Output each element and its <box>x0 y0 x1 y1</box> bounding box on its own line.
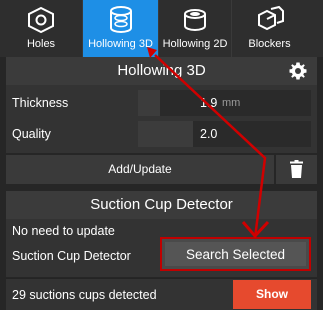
search-selected-button[interactable]: Search Selected <box>160 237 311 271</box>
suction-title: Suction Cup Detector <box>90 196 233 213</box>
suction-detector-label: Suction Cup Detector <box>12 249 131 263</box>
tab-bar: Holes Hollowing 3D Hollowing 2D Blockers <box>0 0 323 57</box>
quality-label: Quality <box>12 127 51 141</box>
hollowing-3d-icon <box>109 6 132 33</box>
quality-value: 2.0 <box>200 127 218 141</box>
blockers-icon <box>257 5 284 31</box>
quality-input[interactable]: 2.0 <box>138 121 311 147</box>
thickness-slider-fill <box>138 90 160 116</box>
show-button[interactable]: Show <box>233 280 311 309</box>
add-update-button[interactable]: Add/Update <box>6 155 274 184</box>
hollowing-title: Hollowing 3D <box>117 62 206 79</box>
suction-header: Suction Cup Detector <box>6 191 317 219</box>
tab-blockers[interactable]: Blockers <box>232 0 307 57</box>
holes-icon <box>28 6 54 34</box>
tab-holes[interactable]: Holes <box>0 0 83 57</box>
thickness-label: Thickness <box>12 96 69 110</box>
suction-detected-text: 29 suctions cups detected <box>12 288 157 302</box>
delete-button[interactable] <box>276 155 317 184</box>
suction-status: No need to update <box>12 224 115 238</box>
thickness-unit: mm <box>222 97 241 109</box>
show-label: Show <box>256 287 288 301</box>
gear-icon[interactable] <box>288 61 308 81</box>
tab-hollowing-2d[interactable]: Hollowing 2D <box>159 0 232 57</box>
add-update-label: Add/Update <box>108 162 172 176</box>
tab-hollowing-2d-label: Hollowing 2D <box>162 38 228 50</box>
tab-hollowing-3d-label: Hollowing 3D <box>88 38 153 50</box>
trash-icon <box>290 160 303 178</box>
search-selected-label: Search Selected <box>185 247 286 262</box>
thickness-input[interactable]: 1.9 mm <box>138 90 311 116</box>
thickness-value: 1.9 <box>200 96 218 110</box>
hollowing-header: Hollowing 3D <box>6 57 317 85</box>
quality-slider-fill <box>138 121 193 147</box>
tab-blockers-label: Blockers <box>248 38 291 50</box>
tab-hollowing-3d[interactable]: Hollowing 3D <box>83 0 159 57</box>
tab-holes-label: Holes <box>26 38 56 50</box>
hollowing-2d-icon <box>184 9 206 31</box>
